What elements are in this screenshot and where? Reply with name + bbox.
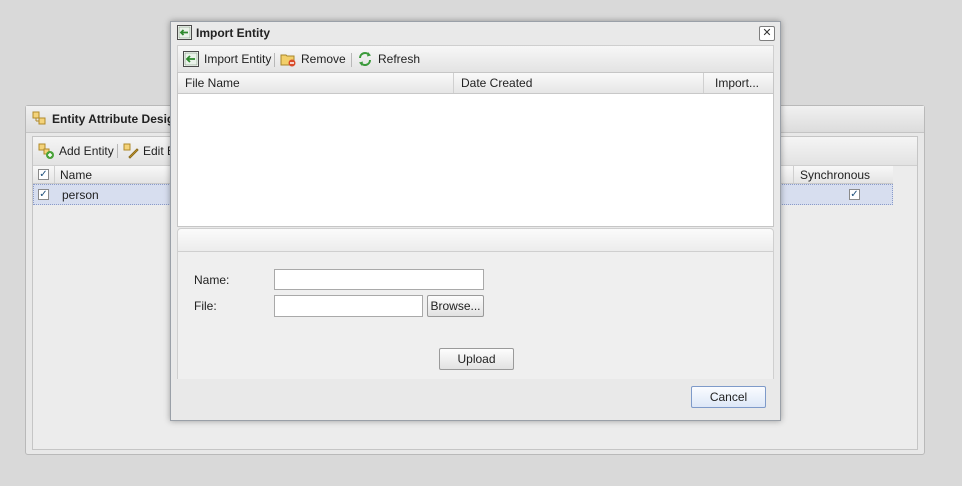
import-entity-dialog: Import Entity ✕ Import Entity Remove Ref… <box>170 21 781 421</box>
toolbar-separator <box>351 53 352 67</box>
import-entity-button[interactable]: Import Entity <box>204 52 271 66</box>
column-divider <box>54 166 55 183</box>
file-label: File: <box>194 299 217 313</box>
upload-form: Name: File: Browse... Upload <box>177 252 774 379</box>
dialog-title: Import Entity <box>196 26 270 40</box>
splitter-bar[interactable] <box>177 228 774 252</box>
import-icon <box>177 25 192 40</box>
column-header-synchronous[interactable]: Synchronous <box>800 168 870 182</box>
refresh-icon <box>357 51 373 67</box>
cancel-button[interactable]: Cancel <box>691 386 766 408</box>
select-all-checkbox[interactable]: ✓ <box>38 169 49 180</box>
grid-header: File Name Date Created Import... <box>178 73 773 94</box>
dialog-header: Import Entity ✕ <box>171 22 780 44</box>
close-icon[interactable]: ✕ <box>759 26 775 41</box>
remove-icon <box>280 51 296 67</box>
add-entity-icon <box>38 143 54 159</box>
add-entity-button[interactable]: Add Entity <box>59 144 114 158</box>
column-header-date-created[interactable]: Date Created <box>454 73 704 93</box>
column-divider <box>793 166 794 183</box>
import-entity-icon <box>183 51 199 67</box>
remove-button[interactable]: Remove <box>301 52 346 66</box>
column-header-file-name[interactable]: File Name <box>178 73 454 93</box>
upload-button[interactable]: Upload <box>439 348 514 370</box>
file-input[interactable] <box>274 295 423 317</box>
browse-button[interactable]: Browse... <box>427 295 484 317</box>
synchronous-checkbox[interactable]: ✓ <box>849 189 860 200</box>
refresh-button[interactable]: Refresh <box>378 52 420 66</box>
toolbar-separator <box>274 53 275 67</box>
column-header-name[interactable]: Name <box>60 168 92 182</box>
name-label: Name: <box>194 273 230 287</box>
row-checkbox[interactable]: ✓ <box>38 189 49 200</box>
entity-icon <box>32 111 46 125</box>
import-file-grid: File Name Date Created Import... <box>177 72 774 227</box>
dialog-toolbar: Import Entity Remove Refresh <box>177 45 774 72</box>
edit-icon <box>123 143 139 159</box>
toolbar-separator <box>117 144 118 158</box>
column-header-import[interactable]: Import... <box>704 73 773 93</box>
dialog-footer: Cancel <box>177 379 774 415</box>
name-input[interactable] <box>274 269 484 290</box>
panel-title: Entity Attribute Desig <box>52 112 175 126</box>
row-name-cell: person <box>62 188 99 202</box>
